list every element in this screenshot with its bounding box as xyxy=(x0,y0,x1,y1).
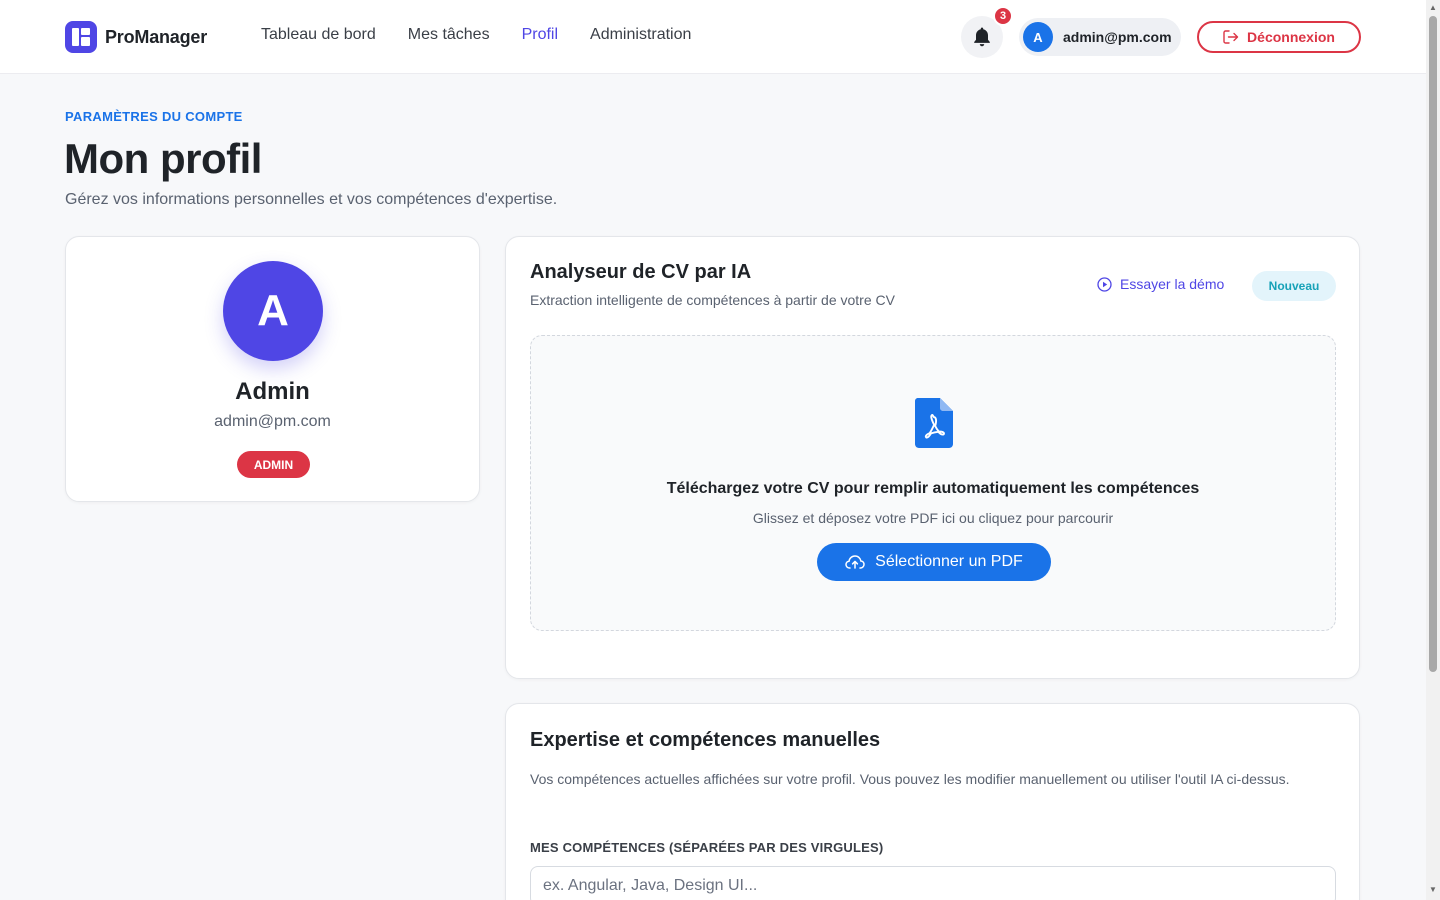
scrollbar-thumb[interactable] xyxy=(1429,16,1437,672)
cloud-upload-icon xyxy=(845,555,865,569)
try-demo-label: Essayer la démo xyxy=(1120,276,1225,292)
page-title: Mon profil xyxy=(64,135,262,182)
nav-item-my-tasks[interactable]: Mes tâches xyxy=(408,26,490,44)
role-badge: ADMIN xyxy=(237,451,310,478)
bell-icon xyxy=(974,27,990,47)
profile-email: admin@pm.com xyxy=(214,413,331,430)
avatar: A xyxy=(1023,22,1053,52)
logout-button[interactable]: Déconnexion xyxy=(1197,21,1361,53)
scroll-down-arrow-icon[interactable]: ▼ xyxy=(1429,886,1437,894)
user-menu[interactable]: A admin@pm.com xyxy=(1019,18,1181,56)
logout-icon xyxy=(1223,30,1239,44)
skills-title: Expertise et compétences manuelles xyxy=(530,729,881,751)
select-pdf-label: Sélectionner un PDF xyxy=(875,553,1023,570)
pdf-dropzone[interactable]: Téléchargez votre CV pour remplir automa… xyxy=(530,335,1336,631)
dropzone-subtitle: Glissez et déposez votre PDF ici ou cliq… xyxy=(752,510,1114,526)
skills-label: MES COMPÉTENCES (SÉPARÉES PAR DES VIRGUL… xyxy=(530,840,884,855)
logout-label: Déconnexion xyxy=(1247,29,1335,45)
skills-card: Expertise et compétences manuelles Vos c… xyxy=(505,703,1360,900)
notification-count-badge: 3 xyxy=(993,6,1013,26)
page-eyebrow: PARAMÈTRES DU COMPTE xyxy=(65,109,243,124)
profile-name: Admin xyxy=(235,378,310,405)
scroll-up-arrow-icon[interactable]: ▲ xyxy=(1429,4,1437,12)
try-demo-link[interactable]: Essayer la démo xyxy=(1097,276,1224,292)
pdf-file-icon xyxy=(915,398,953,448)
nav-item-administration[interactable]: Administration xyxy=(590,26,691,44)
cv-analyzer-card: Analyseur de CV par IA Extraction intell… xyxy=(505,236,1360,679)
top-navbar: ProManager Tableau de bord Mes tâches Pr… xyxy=(0,0,1426,74)
brand[interactable]: ProManager xyxy=(65,21,207,53)
user-email: admin@pm.com xyxy=(1063,29,1172,45)
logo-icon xyxy=(65,21,97,53)
nav-item-profile[interactable]: Profil xyxy=(522,26,558,44)
page-scrollbar[interactable]: ▲ ▼ xyxy=(1426,0,1440,900)
select-pdf-button[interactable]: Sélectionner un PDF xyxy=(817,543,1051,581)
page-subtitle: Gérez vos informations personnelles et v… xyxy=(65,191,558,208)
cv-analyzer-title: Analyseur de CV par IA xyxy=(530,261,752,283)
dropzone-title: Téléchargez votre CV pour remplir automa… xyxy=(666,480,1200,497)
profile-avatar: A xyxy=(223,261,323,361)
skills-input[interactable] xyxy=(530,866,1336,900)
new-badge: Nouveau xyxy=(1252,271,1336,301)
profile-card: A Admin admin@pm.com ADMIN xyxy=(65,236,480,502)
brand-name: ProManager xyxy=(105,26,208,47)
cv-analyzer-subtitle: Extraction intelligente de compétences à… xyxy=(530,292,895,308)
skills-description: Vos compétences actuelles affichées sur … xyxy=(530,771,1290,787)
nav-item-dashboard[interactable]: Tableau de bord xyxy=(261,26,376,44)
play-circle-icon xyxy=(1097,276,1112,292)
main-nav: Tableau de bord Mes tâches Profil Admini… xyxy=(261,26,723,44)
